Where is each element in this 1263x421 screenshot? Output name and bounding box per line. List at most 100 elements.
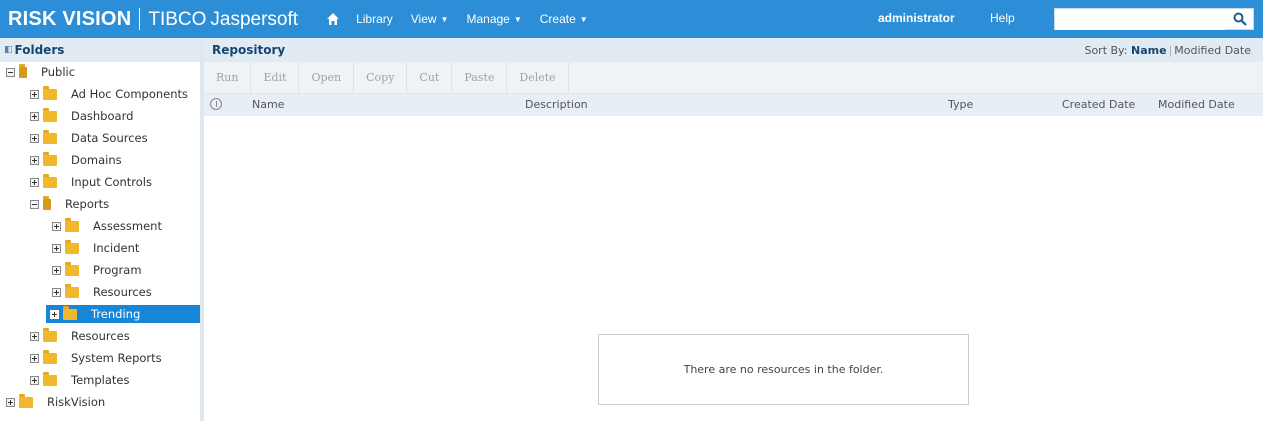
expand-icon[interactable] xyxy=(30,331,39,341)
tree-node-trending[interactable]: Trending xyxy=(46,305,200,323)
expand-icon[interactable] xyxy=(30,111,39,121)
repository-toolbar: Run Edit Open Copy Cut Paste Delete xyxy=(204,61,1263,94)
folder-icon xyxy=(65,283,79,298)
open-button[interactable]: Open xyxy=(299,61,355,94)
tree-node-resources[interactable]: Resources xyxy=(30,327,130,345)
folder-icon xyxy=(43,107,57,122)
sort-by-modified-date[interactable]: Modified Date xyxy=(1174,44,1251,57)
tree-node-data-sources[interactable]: Data Sources xyxy=(30,129,148,147)
cut-button[interactable]: Cut xyxy=(407,61,453,94)
copy-button[interactable]: Copy xyxy=(354,61,408,94)
folders-panel: ◧ Folders Public Ad Hoc Components Dashb… xyxy=(0,38,204,421)
main-nav: Library View ▼ Manage ▼ Create ▼ xyxy=(326,12,606,26)
sort-divider: | xyxy=(1168,44,1173,57)
folder-icon xyxy=(19,393,33,408)
chevron-down-icon: ▼ xyxy=(513,14,522,24)
folder-icon xyxy=(43,327,57,342)
home-icon[interactable] xyxy=(326,12,340,26)
tree-node-templates[interactable]: Templates xyxy=(30,371,129,389)
collapse-icon[interactable] xyxy=(6,67,15,77)
tree-node-reports-resources[interactable]: Resources xyxy=(52,283,152,301)
info-icon xyxy=(210,98,222,110)
column-modified-date[interactable]: Modified Date xyxy=(1158,98,1235,111)
nav-create-menu[interactable]: Create ▼ xyxy=(540,12,588,26)
folder-icon xyxy=(65,239,79,254)
tibco-logo: TIBCO xyxy=(148,8,207,30)
tree-node-incident[interactable]: Incident xyxy=(52,239,139,257)
tree-node-dashboard[interactable]: Dashboard xyxy=(30,107,133,125)
tree-node-assessment[interactable]: Assessment xyxy=(52,217,162,235)
folder-icon xyxy=(43,85,57,100)
nav-library-label: Library xyxy=(356,12,393,26)
top-bar: RISK VISION TIBCO Jaspersoft Library Vie… xyxy=(0,0,1263,38)
tree-node-system-reports[interactable]: System Reports xyxy=(30,349,162,367)
page-title: Repository xyxy=(212,43,286,57)
nav-manage-menu[interactable]: Manage ▼ xyxy=(466,12,521,26)
folder-open-icon xyxy=(19,63,27,78)
expand-icon[interactable] xyxy=(50,309,59,319)
expand-icon[interactable] xyxy=(52,265,61,275)
tree-node-domains[interactable]: Domains xyxy=(30,151,122,169)
tree-node-label: Incident xyxy=(93,241,140,255)
folder-open-icon xyxy=(43,195,51,210)
expand-icon[interactable] xyxy=(30,133,39,143)
expand-icon[interactable] xyxy=(6,397,15,407)
column-name[interactable]: Name xyxy=(252,98,284,111)
empty-folder-message: There are no resources in the folder. xyxy=(598,334,969,405)
expand-icon[interactable] xyxy=(52,287,61,297)
sort-by: Sort By: Name | Modified Date xyxy=(1084,44,1251,57)
tree-node-riskvision[interactable]: RiskVision xyxy=(6,393,105,411)
column-header-row: Name Description Type Created Date Modif… xyxy=(204,94,1263,116)
repository-panel: Repository Sort By: Name | Modified Date R… xyxy=(204,38,1263,421)
folder-icon xyxy=(43,151,57,166)
search-box xyxy=(1054,8,1254,30)
brand-logo: RISK VISION TIBCO Jaspersoft xyxy=(0,8,298,31)
tree-node-public[interactable]: Public xyxy=(6,63,75,81)
expand-icon[interactable] xyxy=(52,243,61,253)
help-link[interactable]: Help xyxy=(990,11,1015,25)
folders-title: Folders xyxy=(14,43,65,57)
delete-button[interactable]: Delete xyxy=(507,61,569,94)
run-button[interactable]: Run xyxy=(210,61,252,94)
sort-by-label: Sort By: xyxy=(1084,44,1128,57)
nav-create-label: Create xyxy=(539,12,576,26)
expand-icon[interactable] xyxy=(30,375,39,385)
tree-node-program[interactable]: Program xyxy=(52,261,142,279)
tree-node-label: Dashboard xyxy=(71,109,134,123)
column-description[interactable]: Description xyxy=(525,98,588,111)
folder-icon xyxy=(43,371,57,386)
tree-node-label: Trending xyxy=(91,307,141,321)
paste-button[interactable]: Paste xyxy=(452,61,508,94)
tree-node-label: Templates xyxy=(71,373,130,387)
tree-node-input-controls[interactable]: Input Controls xyxy=(30,173,152,191)
nav-view-menu[interactable]: View ▼ xyxy=(411,12,449,26)
tree-node-label: RiskVision xyxy=(47,395,106,409)
column-created-date[interactable]: Created Date xyxy=(1062,98,1135,111)
expand-icon[interactable] xyxy=(30,89,39,99)
nav-manage-label: Manage xyxy=(466,12,510,26)
chevron-down-icon: ▼ xyxy=(579,14,588,24)
tree-node-label: Public xyxy=(41,65,76,79)
search-icon[interactable] xyxy=(1233,12,1247,26)
chevron-down-icon: ▼ xyxy=(440,14,449,24)
collapse-panel-icon[interactable]: ◧ xyxy=(4,45,13,55)
folders-header: ◧ Folders xyxy=(0,38,200,62)
column-type[interactable]: Type xyxy=(948,98,973,111)
tree-node-label: Resources xyxy=(71,329,130,343)
tree-node-label: Input Controls xyxy=(71,175,152,189)
tree-node-ad-hoc-components[interactable]: Ad Hoc Components xyxy=(30,85,188,103)
expand-icon[interactable] xyxy=(30,177,39,187)
sort-by-name[interactable]: Name xyxy=(1131,44,1167,57)
tree-node-reports[interactable]: Reports xyxy=(30,195,109,213)
edit-button[interactable]: Edit xyxy=(251,61,300,94)
search-input[interactable] xyxy=(1055,10,1225,30)
current-user[interactable]: administrator xyxy=(878,11,955,25)
expand-icon[interactable] xyxy=(52,221,61,231)
nav-library[interactable]: Library xyxy=(356,12,393,26)
tree-node-label: System Reports xyxy=(71,351,162,365)
collapse-icon[interactable] xyxy=(30,199,39,209)
repository-header: Repository Sort By: Name | Modified Date xyxy=(204,38,1263,62)
expand-icon[interactable] xyxy=(30,155,39,165)
jaspersoft-logo: Jaspersoft xyxy=(210,8,299,30)
expand-icon[interactable] xyxy=(30,353,39,363)
